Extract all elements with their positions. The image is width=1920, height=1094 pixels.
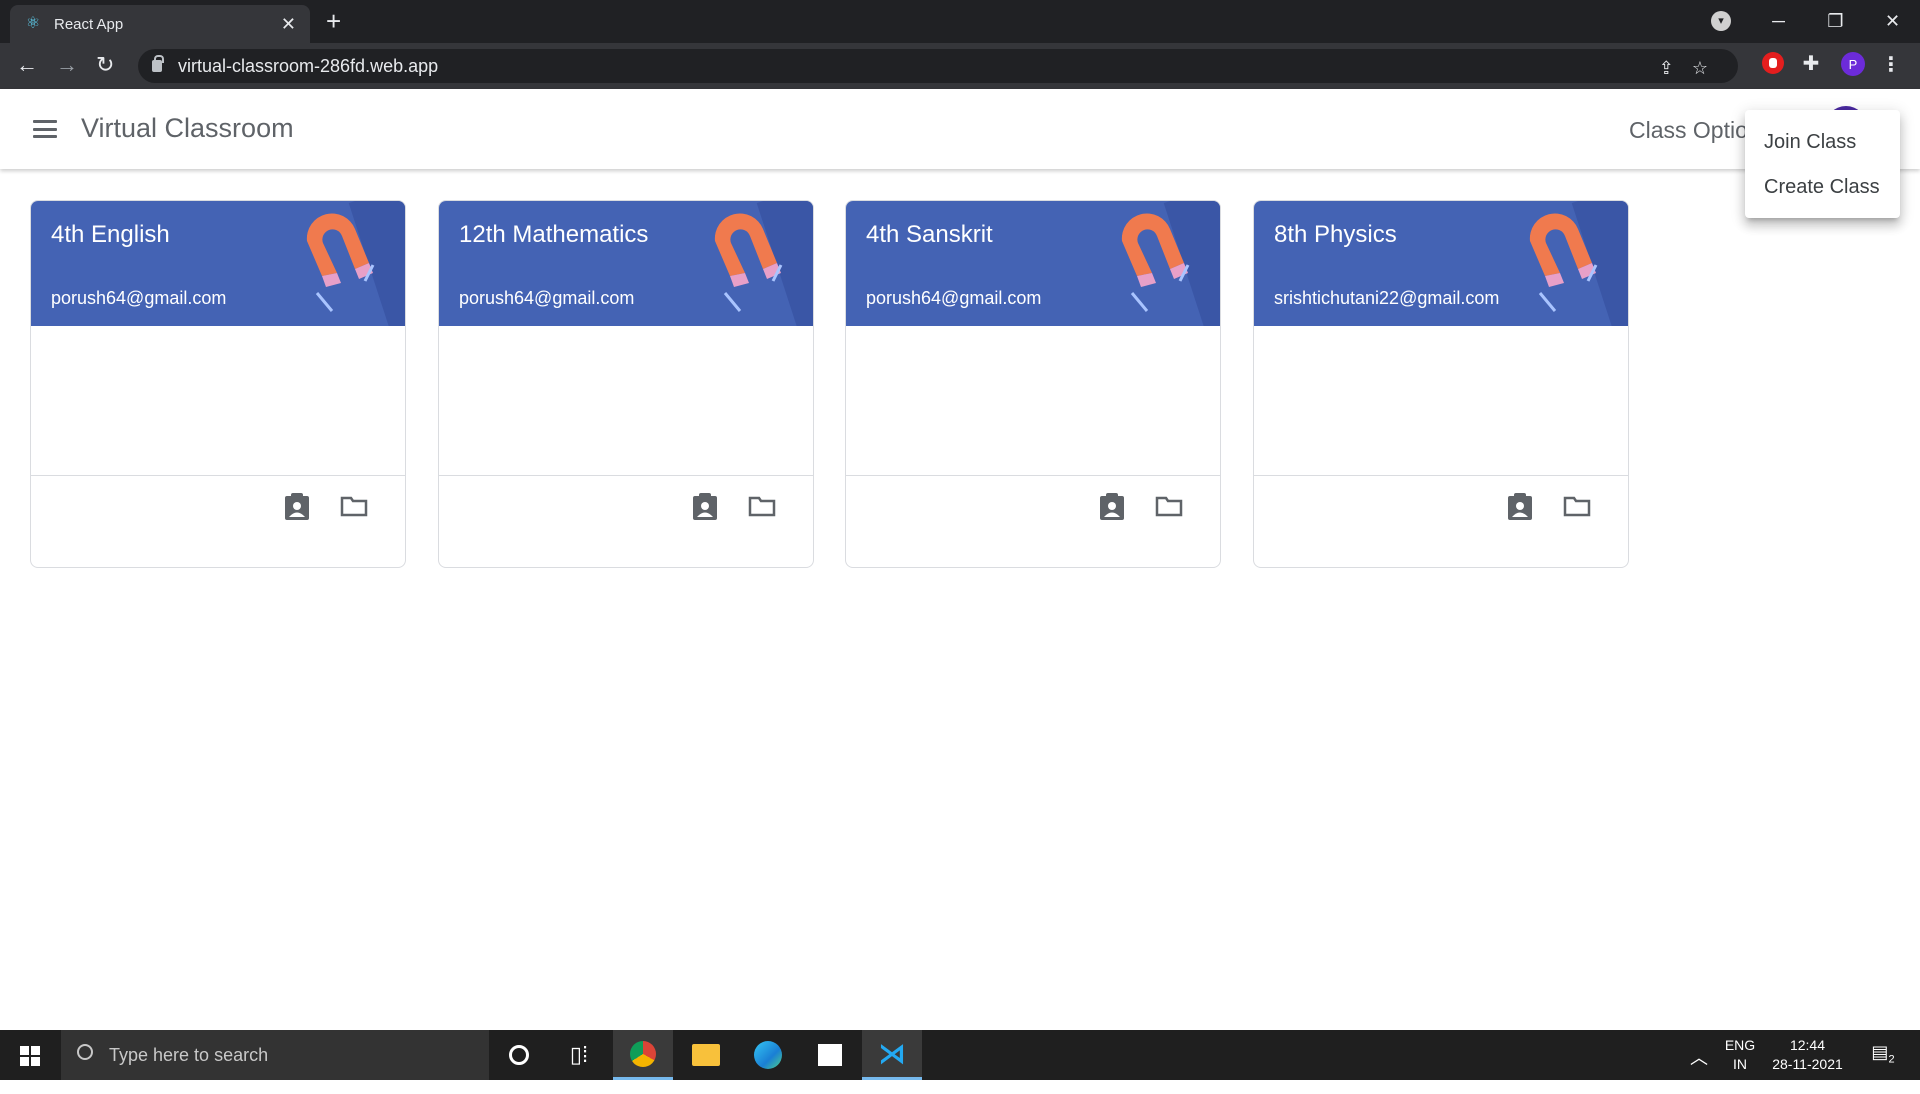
class-name[interactable]: 4th English xyxy=(51,221,170,249)
assignment-ind-icon[interactable] xyxy=(1507,493,1533,521)
window-controls: ─ ❐ ✕ xyxy=(1750,0,1920,43)
language-code: ENG xyxy=(1724,1037,1756,1053)
omnibox-actions: ⇪ ☆ xyxy=(1659,58,1708,79)
hamburger-menu-icon[interactable] xyxy=(33,120,57,138)
assignment-ind-icon[interactable] xyxy=(1099,493,1125,521)
browser-toolbar: ← → ↻ virtual-classroom-286fd.web.app ⇪ … xyxy=(0,43,1920,89)
class-card-header[interactable]: 12th Mathematics porush64@gmail.com xyxy=(439,201,813,326)
task-view-icon[interactable]: ▯⁞ xyxy=(549,1030,609,1080)
class-name[interactable]: 8th Physics xyxy=(1274,221,1397,249)
file-explorer-icon[interactable] xyxy=(676,1030,736,1080)
magnet-illustration xyxy=(1121,201,1220,326)
class-owner-email: porush64@gmail.com xyxy=(459,288,635,308)
language-indicator[interactable]: ENG IN xyxy=(1720,1036,1760,1086)
magnet-illustration xyxy=(1529,201,1628,326)
restore-icon[interactable]: ❐ xyxy=(1807,11,1864,32)
class-card[interactable]: 4th Sanskrit porush64@gmail.com xyxy=(845,200,1221,568)
browser-tab-bar: ⚛ React App ✕ + ▾ ─ ❐ ✕ xyxy=(0,0,1920,43)
class-name[interactable]: 12th Mathematics xyxy=(459,221,648,249)
microsoft-store-icon[interactable] xyxy=(800,1030,860,1080)
card-divider xyxy=(846,475,1220,476)
notification-icon[interactable]: ▤2 xyxy=(1868,1042,1898,1092)
tray-chevron-icon[interactable]: ︿ xyxy=(1690,1044,1708,1094)
class-name[interactable]: 4th Sanskrit xyxy=(866,221,993,249)
clock-time: 12:44 xyxy=(1789,1037,1826,1053)
share-icon[interactable]: ⇪ xyxy=(1659,58,1674,79)
tab-search-icon[interactable]: ▾ xyxy=(1711,11,1731,31)
clock[interactable]: 12:44 28-11-2021 xyxy=(1765,1036,1850,1086)
react-icon: ⚛ xyxy=(25,15,41,32)
extensions-puzzle-icon[interactable]: ✚ xyxy=(1800,52,1822,75)
class-owner-email: srishtichutani22@gmail.com xyxy=(1274,288,1500,308)
assignment-ind-icon[interactable] xyxy=(692,493,718,521)
browser-menu-icon[interactable]: ⋮ xyxy=(1881,52,1901,76)
folder-icon[interactable] xyxy=(1563,495,1591,517)
profile-avatar[interactable]: P xyxy=(1841,52,1865,76)
url-text: virtual-classroom-286fd.web.app xyxy=(178,55,439,76)
class-card[interactable]: 4th English porush64@gmail.com xyxy=(30,200,406,568)
search-icon xyxy=(77,1044,93,1060)
join-class-menu-item[interactable]: Join Class xyxy=(1745,123,1900,168)
window-close-icon[interactable]: ✕ xyxy=(1864,11,1920,32)
class-options-menu: Join Class Create Class xyxy=(1745,110,1900,218)
back-arrow-icon[interactable]: ← xyxy=(16,53,38,77)
chrome-taskbar-icon[interactable] xyxy=(613,1030,673,1080)
folder-icon[interactable] xyxy=(340,495,368,517)
region-code: IN xyxy=(1733,1056,1747,1072)
card-divider xyxy=(1254,475,1628,476)
class-card[interactable]: 12th Mathematics porush64@gmail.com xyxy=(438,200,814,568)
assignment-ind-icon[interactable] xyxy=(284,493,310,521)
clock-date: 28-11-2021 xyxy=(1772,1056,1843,1072)
class-owner-email: porush64@gmail.com xyxy=(51,288,227,308)
magnet-illustration xyxy=(306,201,405,326)
taskbar-search-box[interactable]: Type here to search xyxy=(61,1030,489,1080)
notification-count: 2 xyxy=(1888,1053,1895,1066)
minimize-icon[interactable]: ─ xyxy=(1750,11,1807,32)
windows-start-icon[interactable] xyxy=(20,1046,40,1066)
taskbar-search-placeholder: Type here to search xyxy=(109,1044,269,1065)
new-tab-button[interactable]: + xyxy=(326,8,341,34)
card-divider xyxy=(439,475,813,476)
class-owner-email: porush64@gmail.com xyxy=(866,288,1042,308)
app-header: Virtual Classroom Class Optio xyxy=(0,89,1920,169)
close-tab-icon[interactable]: ✕ xyxy=(281,14,296,35)
browser-tab[interactable]: ⚛ React App ✕ xyxy=(10,5,310,43)
reload-icon[interactable]: ↻ xyxy=(96,53,114,77)
extension-stop-icon[interactable] xyxy=(1762,52,1784,74)
cortana-icon[interactable] xyxy=(489,1030,549,1080)
edge-icon[interactable] xyxy=(738,1030,798,1080)
tab-title: React App xyxy=(54,15,124,33)
folder-icon[interactable] xyxy=(748,495,776,517)
app-title: Virtual Classroom xyxy=(81,113,294,143)
create-class-menu-item[interactable]: Create Class xyxy=(1745,168,1900,213)
lock-icon[interactable] xyxy=(152,55,164,72)
folder-icon[interactable] xyxy=(1155,495,1183,517)
windows-taskbar: Type here to search ▯⁞ ⋊ ︿ ENG IN 12:44 … xyxy=(0,1030,1920,1080)
class-card[interactable]: 8th Physics srishtichutani22@gmail.com xyxy=(1253,200,1629,568)
class-card-header[interactable]: 4th Sanskrit porush64@gmail.com xyxy=(846,201,1220,326)
address-bar[interactable]: virtual-classroom-286fd.web.app ⇪ ☆ xyxy=(138,49,1738,83)
vscode-icon[interactable]: ⋊ xyxy=(862,1030,922,1080)
class-card-header[interactable]: 4th English porush64@gmail.com xyxy=(31,201,405,326)
magnet-illustration xyxy=(714,201,813,326)
class-options-button[interactable]: Class Optio xyxy=(1629,117,1748,144)
card-divider xyxy=(31,475,405,476)
class-card-header[interactable]: 8th Physics srishtichutani22@gmail.com xyxy=(1254,201,1628,326)
bookmark-star-icon[interactable]: ☆ xyxy=(1692,58,1708,79)
forward-arrow-icon[interactable]: → xyxy=(56,53,78,77)
